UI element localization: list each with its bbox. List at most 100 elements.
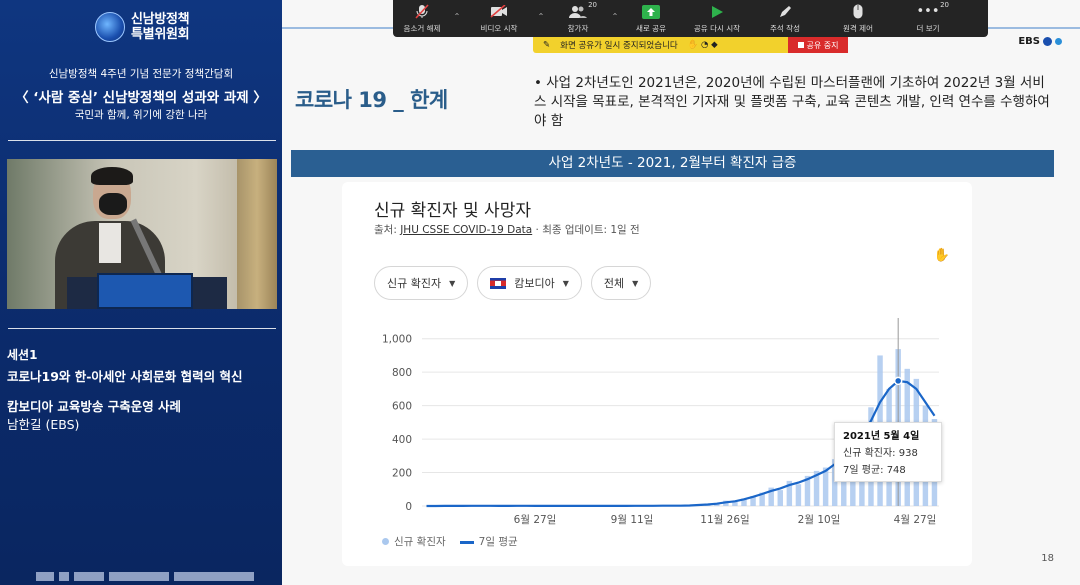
event-title: 〈 ‘사람 중심’ 신남방정책의 성과와 과제 〉 xyxy=(15,90,267,106)
stop-share-label: 공유 중지 xyxy=(806,40,839,50)
conference-sidebar: 신남방정책 특별위원회 신남방정책 4주년 기념 전문가 정책간담회 〈 ‘사람… xyxy=(0,0,282,585)
legend-dot-icon xyxy=(382,538,389,545)
covid-chart: 0 200 400 600 800 1,000 6월 27일 9월 11일 11월 26일 2월 … xyxy=(382,318,939,526)
more-button[interactable]: ••• 20 더 보기 xyxy=(899,0,957,37)
tooltip-cases: 신규 확진자: 938 xyxy=(843,448,918,459)
sponsor-logos xyxy=(36,572,254,581)
sponsor-logo xyxy=(59,572,69,581)
unmute-button[interactable]: 음소거 해제 xyxy=(393,0,451,37)
speaker-video xyxy=(7,159,277,309)
org-name-line1: 신남방정책 xyxy=(131,12,190,27)
event-slogan: 국민과 함께, 위기에 강한 나라 xyxy=(74,109,208,121)
case-bar xyxy=(822,467,829,506)
tooltip-average: 7일 평균: 748 xyxy=(843,465,906,476)
share-paused-text: 화면 공유가 일시 중지되었습니다 xyxy=(560,41,678,51)
slide-bullet: • 사업 2차년도인 2021년은, 2020년에 수립된 마스터플랜에 기초하… xyxy=(534,75,1050,129)
session-label: 세션1 xyxy=(7,348,38,362)
ebs-text: EBS xyxy=(1018,36,1040,47)
video-off-icon xyxy=(489,4,509,19)
pen-icon xyxy=(775,4,795,19)
remote-control-button[interactable]: 원격 제어 xyxy=(817,0,899,37)
slide-banner: 사업 2차년도 - 2021, 2월부터 확진자 급증 xyxy=(291,150,1054,177)
page-number: 18 xyxy=(1041,553,1054,564)
participants-button[interactable]: 20 참가자 xyxy=(547,0,609,37)
resume-share-button[interactable]: 공유 다시 시작 xyxy=(681,0,753,37)
legend-bars-label: 신규 확진자 xyxy=(394,536,446,548)
y-tick-label: 400 xyxy=(392,434,412,446)
legend-line-label: 7일 평균 xyxy=(478,536,518,548)
org-name: 신남방정책 특별위원회 xyxy=(131,12,190,42)
tooltip-date: 2021년 5월 4일 xyxy=(843,431,920,442)
audio-options-caret[interactable]: ⌃ xyxy=(451,0,463,37)
org-name-line2: 특별위원회 xyxy=(131,27,190,42)
play-icon xyxy=(707,4,727,19)
participants-icon xyxy=(568,4,588,19)
zoom-toolbar: 음소거 해제 ⌃ 비디오 시작 ⌃ 20 참가자 ⌃ 새로 공유 공유 다시 시… xyxy=(393,0,988,37)
y-tick-label: 200 xyxy=(392,468,412,480)
hover-point xyxy=(893,376,903,386)
legend-line: 7일 평균 xyxy=(459,534,518,549)
more-label: 더 보기 xyxy=(916,24,940,33)
new-share-label: 새로 공유 xyxy=(636,24,666,33)
mouse-icon xyxy=(848,4,868,19)
event-subtitle: 신남방정책 4주년 기념 전문가 정책간담회 xyxy=(48,68,234,80)
x-tick-label: 11월 26일 xyxy=(700,513,749,526)
ebs-logo: EBS xyxy=(1018,36,1062,47)
x-tick-label: 2월 10일 xyxy=(798,513,841,526)
shared-slide: EBS 코로나 19 _ 한계 • 사업 2차년도인 2021년은, 2020년… xyxy=(282,0,1080,585)
pencil-icon: ✎ xyxy=(543,40,551,50)
y-tick-label: 1,000 xyxy=(382,334,412,346)
curtain xyxy=(237,159,277,309)
participants-count: 20 xyxy=(588,1,597,9)
x-tick-label: 9월 11일 xyxy=(611,513,654,526)
share-paused-bar: ✎ 화면 공유가 일시 중지되었습니다 ✋ ◔ ◆ 공유 중지 xyxy=(533,37,848,53)
resume-share-label: 공유 다시 시작 xyxy=(693,24,741,33)
sponsor-logo xyxy=(74,572,104,581)
case-bar xyxy=(777,490,783,506)
annotate-button[interactable]: 주석 작성 xyxy=(753,0,817,37)
y-tick-label: 600 xyxy=(392,401,412,413)
video-options-caret[interactable]: ⌃ xyxy=(535,0,547,37)
ebs-dot xyxy=(1043,37,1052,46)
speaker-shirt xyxy=(99,223,121,263)
start-video-label: 비디오 시작 xyxy=(480,24,518,33)
divider xyxy=(8,328,276,329)
case-bar xyxy=(795,484,802,506)
legend-line-icon xyxy=(459,540,474,544)
start-video-button[interactable]: 비디오 시작 xyxy=(463,0,535,37)
mic-off-icon xyxy=(412,4,432,19)
participants-options-caret[interactable]: ⌃ xyxy=(609,0,621,37)
legend-bars: 신규 확진자 xyxy=(382,534,446,549)
annotate-label: 주석 작성 xyxy=(770,24,800,33)
sponsor-logo xyxy=(109,572,169,581)
podium-screen xyxy=(97,273,193,309)
chart-card: 신규 확진자 및 사망자 출처: JHU CSSE COVID-19 Data … xyxy=(342,182,972,566)
org-logo: 신남방정책 특별위원회 xyxy=(95,12,190,42)
stop-square-icon xyxy=(797,42,804,48)
session-title: 코로나19와 한-아세안 사회문화 협력의 혁신 xyxy=(7,369,243,384)
chart-legend: 신규 확진자 7일 평균 xyxy=(382,534,518,549)
more-count: 20 xyxy=(940,1,949,9)
globe-icon xyxy=(95,12,125,42)
x-tick-label: 6월 27일 xyxy=(514,513,557,526)
new-share-button[interactable]: 새로 공유 xyxy=(621,0,681,37)
case-title: 캄보디아 교육방송 구축운영 사례 xyxy=(7,399,182,414)
speaker-name: 남한길 (EBS) xyxy=(7,417,80,432)
unmute-label: 음소거 해제 xyxy=(403,24,441,33)
x-tick-label: 4월 27일 xyxy=(894,513,937,526)
stop-share-button[interactable]: 공유 중지 xyxy=(788,37,848,53)
face-mask xyxy=(99,193,127,215)
slide-title: 코로나 19 _ 한계 xyxy=(295,88,448,112)
participants-label: 참가자 xyxy=(567,24,589,33)
y-tick-label: 0 xyxy=(405,501,412,513)
divider xyxy=(8,140,276,141)
chart-tooltip: 2021년 5월 4일 신규 확진자: 938 7일 평균: 748 xyxy=(834,422,942,482)
more-icon: ••• xyxy=(916,4,940,19)
y-tick-label: 800 xyxy=(392,367,412,379)
speaker-hair xyxy=(91,167,133,185)
screen: 신남방정책 특별위원회 신남방정책 4주년 기념 전문가 정책간담회 〈 ‘사람… xyxy=(0,0,1080,585)
share-icon xyxy=(641,4,661,19)
sponsor-logo xyxy=(174,572,254,581)
ebs-dot-small xyxy=(1055,38,1062,45)
remote-control-label: 원격 제어 xyxy=(843,24,873,33)
